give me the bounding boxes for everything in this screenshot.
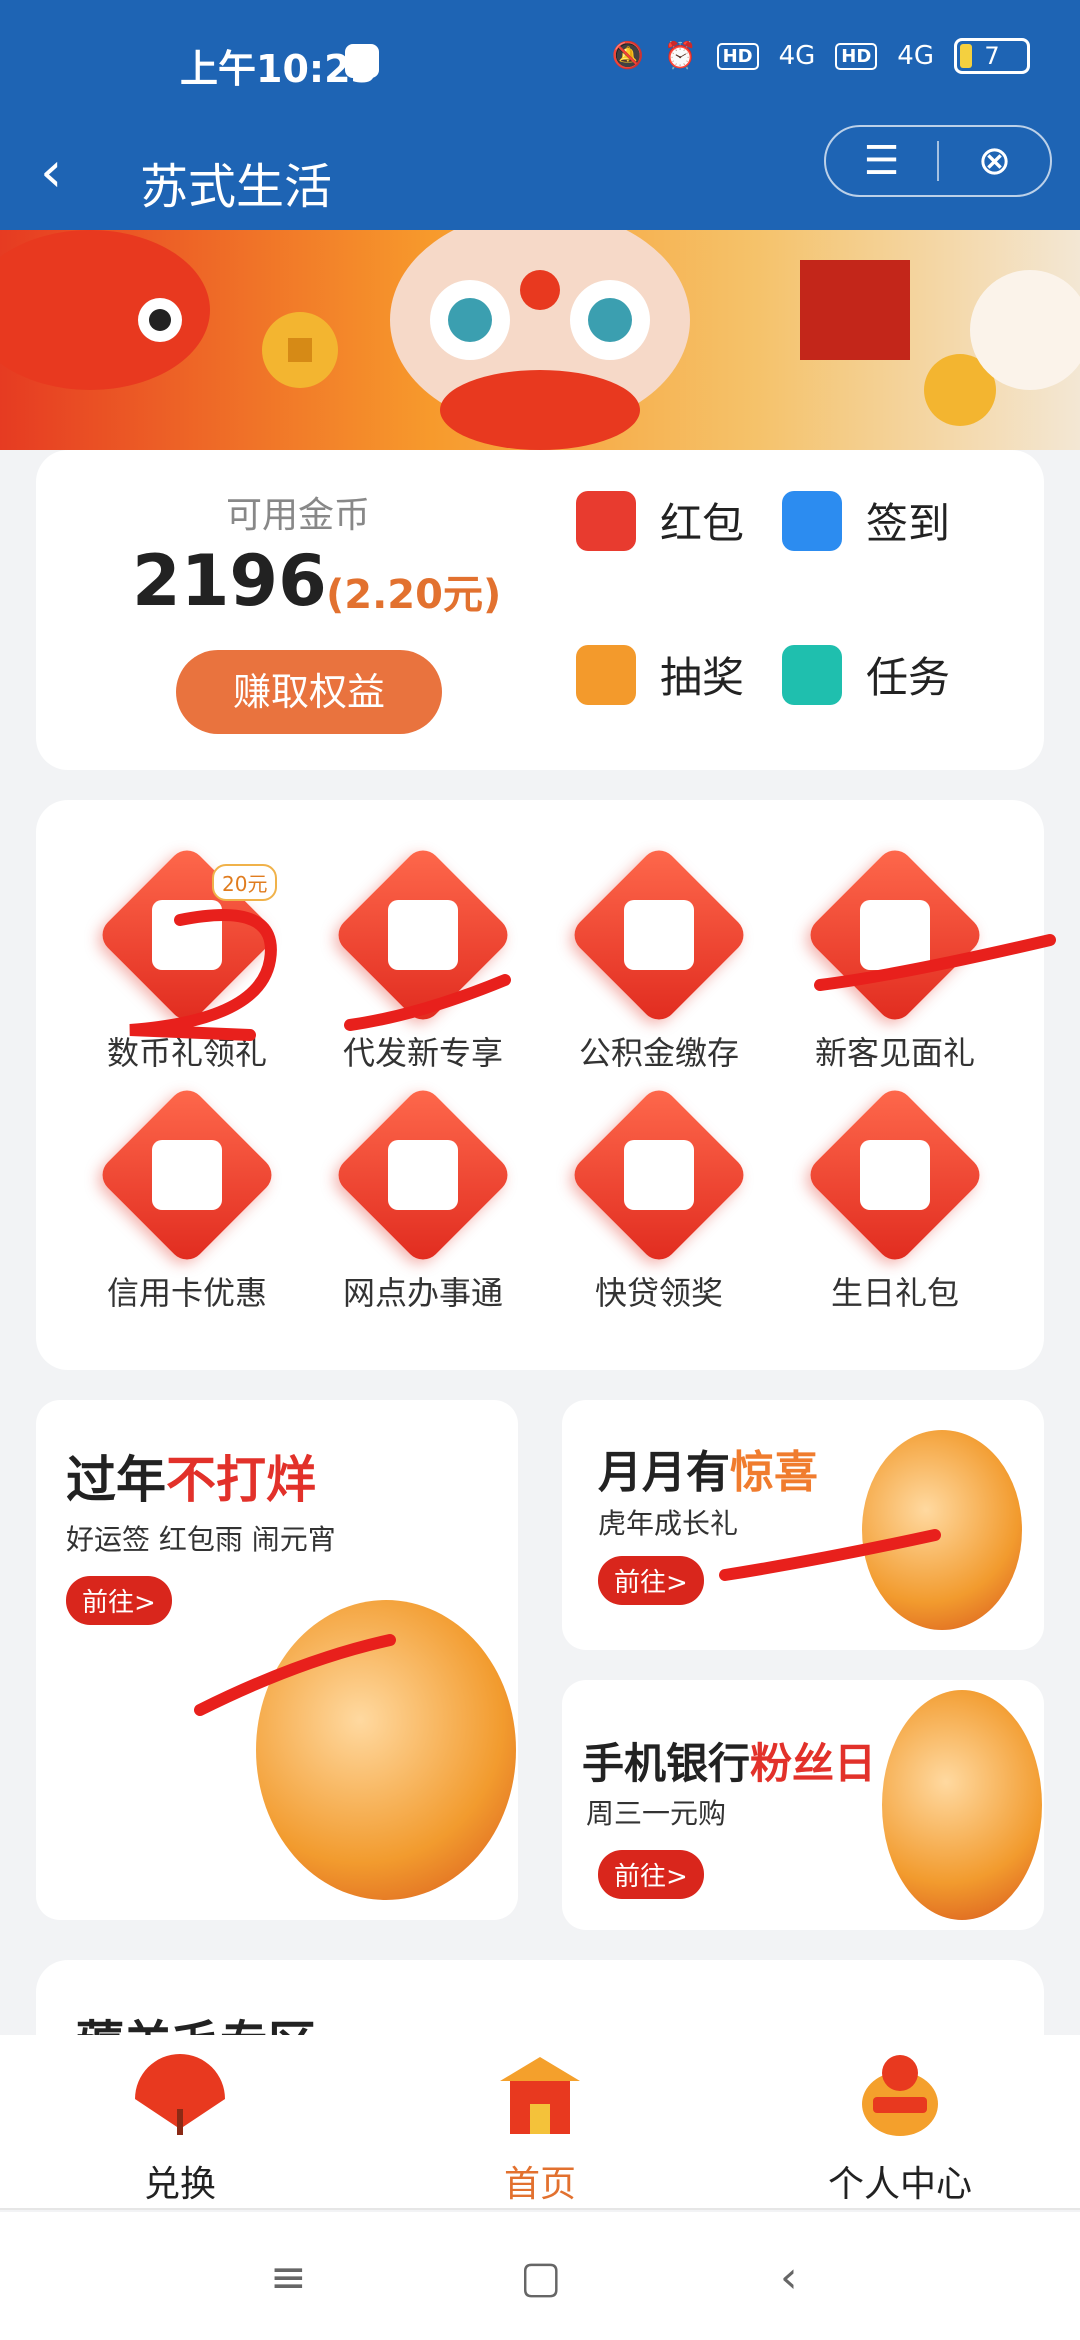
promo-subtitle: 周三一元购 — [586, 1797, 727, 1830]
service-credit-card[interactable]: 信用卡优惠 — [72, 1083, 302, 1314]
mute-icon: 🔕 — [611, 41, 645, 71]
service-new-customer[interactable]: 新客见面礼 — [780, 843, 1010, 1074]
promo-title: 手机银行粉丝日 — [582, 1730, 876, 1791]
gift-icon — [576, 644, 636, 705]
box-icon — [331, 843, 515, 1027]
home-icon[interactable]: ▢ — [520, 2252, 562, 2303]
quick-check-in[interactable]: 签到 — [782, 490, 950, 551]
lion-dance-girl-illustration — [256, 1600, 516, 1900]
medal-icon — [567, 1083, 751, 1267]
fan-icon — [135, 2054, 225, 2135]
service-label: 数币礼领礼 — [106, 1034, 267, 1072]
amount-badge: 20元 — [212, 864, 278, 901]
go-button[interactable]: 前往> — [66, 1576, 172, 1625]
festival-banner[interactable] — [0, 230, 1080, 450]
tab-home[interactable]: 首页 — [440, 2049, 640, 2207]
coin-balance-card: 可用金币 2196 (2.20元) 赚取权益 红包 签到 抽奖 任务 — [36, 450, 1044, 770]
status-bar: 上午10:23 🔕 ⏰ HD 4G HD 4G 7 — [0, 0, 1080, 125]
service-label: 新客见面礼 — [814, 1034, 975, 1072]
signal-4g-1: 4G — [778, 41, 816, 71]
signal-4g-2: 4G — [897, 41, 934, 71]
battery-icon: 7 — [954, 38, 1030, 74]
service-quick-loan[interactable]: 快贷领奖 — [544, 1083, 774, 1314]
promo-title-plain: 过年 — [66, 1451, 166, 1509]
service-housing-fund[interactable]: 公积金缴存 — [544, 843, 774, 1074]
status-icons: 🔕 ⏰ HD 4G HD 4G 7 — [612, 38, 1030, 74]
tab-profile[interactable]: 个人中心 — [800, 2049, 1000, 2207]
coin-yuan-value: (2.20元) — [326, 572, 502, 618]
hd-badge-1: HD — [716, 42, 759, 70]
cake-icon — [803, 1083, 987, 1267]
nav-bar: ‹ 苏式生活 ☰ ⊗ — [0, 125, 1080, 230]
quick-label: 任务 — [866, 653, 951, 702]
menu-icon[interactable]: ☰ — [826, 125, 937, 197]
promo-fans-day[interactable]: 手机银行粉丝日 周三一元购 前往> — [562, 1680, 1044, 1930]
quick-red-envelope[interactable]: 红包 — [576, 490, 744, 551]
coins-icon — [803, 843, 987, 1027]
quick-label: 抽奖 — [660, 653, 745, 702]
red-envelope-icon — [576, 490, 636, 551]
tab-bar: 兑换 首页 个人中心 — [0, 2035, 1080, 2210]
coin-amount: 2196 — [132, 540, 327, 622]
promo-title-plain: 手机银行 — [582, 1739, 751, 1788]
service-birthday[interactable]: 生日礼包 — [780, 1083, 1010, 1314]
service-label: 生日礼包 — [830, 1274, 959, 1312]
mini-program-capsule: ☰ ⊗ — [824, 125, 1052, 197]
alarm-icon: ⏰ — [664, 41, 697, 71]
promo-subtitle: 好运签 红包雨 闹元宵 — [66, 1523, 336, 1556]
tab-label: 个人中心 — [827, 2164, 972, 2205]
service-digital-currency[interactable]: 20元 数币礼领礼 — [72, 843, 302, 1074]
shop-icon — [331, 1083, 515, 1267]
fortune-bag-icon — [862, 2055, 938, 2136]
promo-title: 月月有惊喜 — [598, 1436, 818, 1500]
service-payroll[interactable]: 代发新专享 — [308, 843, 538, 1074]
chevron-left-icon[interactable]: ‹ — [40, 145, 100, 205]
close-circle-icon[interactable]: ⊗ — [939, 125, 1050, 197]
page-title: 苏式生活 — [140, 159, 333, 215]
tab-label: 首页 — [503, 2164, 576, 2205]
service-branch[interactable]: 网点办事通 — [308, 1083, 538, 1314]
service-grid: 20元 数币礼领礼 代发新专享 公积金缴存 新客见面礼 信用卡优惠 网点办事通 … — [36, 800, 1044, 1370]
back-icon[interactable]: ‹ — [780, 2252, 798, 2303]
quick-label: 签到 — [866, 499, 951, 548]
tab-exchange[interactable]: 兑换 — [80, 2049, 280, 2207]
service-label: 公积金缴存 — [578, 1034, 739, 1072]
gate-icon — [500, 2057, 580, 2134]
quick-lottery[interactable]: 抽奖 — [576, 644, 744, 705]
promo-title-highlight: 不打烊 — [166, 1451, 316, 1509]
coin-label: 可用金币 — [226, 495, 371, 536]
service-label: 网点办事通 — [342, 1274, 503, 1312]
promo-monthly[interactable]: 月月有惊喜 虎年成长礼 前往> — [562, 1400, 1044, 1650]
go-button[interactable]: 前往> — [598, 1850, 704, 1899]
service-label: 代发新专享 — [342, 1034, 503, 1072]
qq-notification-icon — [345, 44, 379, 78]
recent-apps-icon[interactable]: ≡ — [270, 2252, 307, 2303]
promo-title-highlight: 粉丝日 — [750, 1739, 877, 1788]
credit-card-icon — [95, 1083, 279, 1267]
tiger-illustration — [862, 1430, 1022, 1630]
hd-badge-2: HD — [835, 42, 878, 70]
calendar-check-icon — [782, 490, 842, 551]
quick-label: 红包 — [660, 499, 745, 548]
promo-title-highlight: 惊喜 — [730, 1447, 818, 1498]
service-label: 信用卡优惠 — [106, 1274, 267, 1312]
clipboard-icon — [782, 644, 842, 705]
promo-new-year[interactable]: 过年不打烊 好运签 红包雨 闹元宵 前往> — [36, 1400, 518, 1920]
promo-title: 过年不打烊 — [66, 1440, 316, 1512]
tab-label: 兑换 — [143, 2164, 216, 2205]
system-nav-bar: ≡ ▢ ‹ — [0, 2212, 1080, 2340]
quick-tasks[interactable]: 任务 — [782, 644, 950, 705]
envelope-icon — [567, 843, 751, 1027]
tiger-fans-illustration — [882, 1690, 1042, 1920]
service-label: 快贷领奖 — [594, 1274, 723, 1312]
earn-benefits-button[interactable]: 赚取权益 — [176, 650, 442, 734]
go-button[interactable]: 前往> — [598, 1556, 704, 1605]
banner-illustration — [0, 230, 1080, 450]
promo-subtitle: 虎年成长礼 — [598, 1507, 739, 1540]
promo-title-plain: 月月有 — [598, 1447, 730, 1498]
